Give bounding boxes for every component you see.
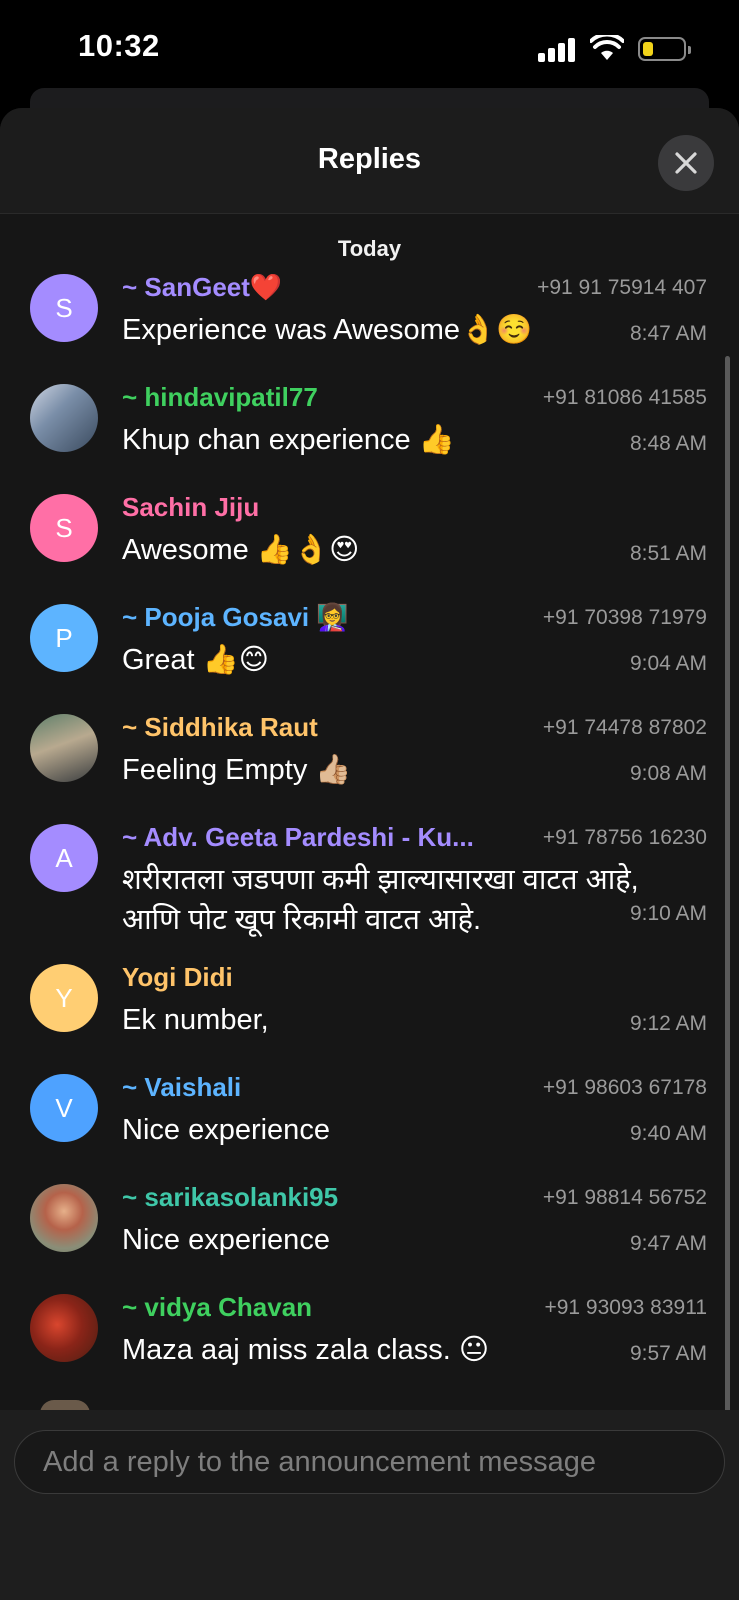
sender-name[interactable]: Sachin Jiju bbox=[122, 492, 259, 523]
sender-name[interactable]: ~ Adv. Geeta Pardeshi - Ku... bbox=[122, 822, 474, 853]
sheet-header: Replies bbox=[0, 108, 739, 214]
sender-phone: +91 93093 83911 bbox=[544, 1296, 707, 1319]
sender-name[interactable]: ~ SanGeet❤️ bbox=[122, 272, 282, 303]
wifi-icon bbox=[590, 35, 624, 60]
cellular-signal-icon bbox=[538, 38, 578, 62]
avatar[interactable]: S bbox=[30, 494, 98, 562]
list-item[interactable]: A ~ Adv. Geeta Pardeshi - Ku... +91 7875… bbox=[0, 816, 739, 956]
list-item[interactable]: S Sachin Jiju Awesome 👍👌😍 8:51 AM bbox=[0, 486, 739, 596]
message-text: शरीरातला जडपणा कमी झाल्यासारखा वाटत आहे,… bbox=[122, 860, 639, 940]
sender-phone: +91 70398 71979 bbox=[542, 606, 707, 629]
sender-name[interactable]: Yogi Didi bbox=[122, 962, 233, 993]
status-time: 10:32 bbox=[78, 28, 160, 63]
sender-phone: +91 98603 67178 bbox=[542, 1076, 707, 1099]
message-time: 8:47 AM bbox=[629, 322, 707, 345]
avatar[interactable] bbox=[30, 1294, 98, 1362]
scrollbar[interactable] bbox=[725, 356, 730, 1516]
avatar[interactable] bbox=[30, 1184, 98, 1252]
message-text: Great 👍😊 bbox=[122, 644, 269, 676]
replies-sheet: Replies Today S ~ SanGeet❤️ +91 91 75914… bbox=[0, 108, 739, 1600]
message-text: Experience was Awesome👌☺️ bbox=[122, 314, 533, 346]
message-time: 9:12 AM bbox=[629, 1012, 707, 1035]
sender-phone: +91 74478 87802 bbox=[542, 716, 707, 739]
status-bar: 10:32 bbox=[0, 0, 739, 100]
list-item[interactable]: ~ vidya Chavan +91 93093 83911 Maza aaj … bbox=[0, 1286, 739, 1396]
reply-input[interactable] bbox=[14, 1430, 725, 1494]
avatar[interactable]: P bbox=[30, 604, 98, 672]
message-text: Nice experience bbox=[122, 1114, 330, 1146]
message-time: 9:10 AM bbox=[629, 902, 707, 925]
sender-name[interactable]: ~ sarikasolanki95 bbox=[122, 1182, 338, 1213]
close-icon bbox=[675, 152, 697, 174]
message-text: Ek number, bbox=[122, 1004, 269, 1036]
list-item[interactable]: Y Yogi Didi Ek number, 9:12 AM bbox=[0, 956, 739, 1066]
reply-footer bbox=[0, 1410, 739, 1600]
close-button[interactable] bbox=[658, 135, 714, 191]
sender-phone: +91 98814 56752 bbox=[542, 1186, 707, 1209]
sender-phone: +91 81086 41585 bbox=[542, 386, 707, 409]
list-item[interactable]: V ~ Vaishali +91 98603 67178 Nice experi… bbox=[0, 1066, 739, 1176]
sender-name[interactable]: ~ hindavipatil77 bbox=[122, 382, 318, 413]
avatar[interactable]: V bbox=[30, 1074, 98, 1142]
message-time: 9:08 AM bbox=[629, 762, 707, 785]
message-text-line: शरीरातला जडपणा कमी झाल्यासारखा वाटत आहे, bbox=[122, 864, 639, 896]
avatar[interactable]: Y bbox=[30, 964, 98, 1032]
message-time: 8:51 AM bbox=[629, 542, 707, 565]
replies-list: S ~ SanGeet❤️ +91 91 75914 407 Experienc… bbox=[0, 266, 739, 1396]
message-time: 8:48 AM bbox=[629, 432, 707, 455]
message-time: 9:04 AM bbox=[629, 652, 707, 675]
message-time: 9:57 AM bbox=[629, 1342, 707, 1365]
sender-phone: +91 91 75914 407 bbox=[537, 276, 707, 299]
list-item[interactable]: S ~ SanGeet❤️ +91 91 75914 407 Experienc… bbox=[0, 266, 739, 376]
avatar[interactable]: A bbox=[30, 824, 98, 892]
sender-name[interactable]: ~ Siddhika Raut bbox=[122, 712, 318, 743]
avatar[interactable] bbox=[30, 384, 98, 452]
message-time: 9:40 AM bbox=[629, 1122, 707, 1145]
message-text-line: आणि पोट खूप रिकामी वाटत आहे. bbox=[122, 904, 482, 936]
message-text: Awesome 👍👌😍 bbox=[122, 534, 360, 566]
date-separator: Today bbox=[337, 236, 402, 261]
list-item[interactable]: ~ sarikasolanki95 +91 98814 56752 Nice e… bbox=[0, 1176, 739, 1286]
sender-name[interactable]: ~ Vaishali bbox=[122, 1072, 241, 1103]
sender-phone: +91 78756 16230 bbox=[542, 826, 707, 849]
list-item[interactable]: P ~ Pooja Gosavi 👩‍🏫 +91 70398 71979 Gre… bbox=[0, 596, 739, 706]
message-text: Feeling Empty 👍🏼 bbox=[122, 754, 352, 786]
list-item[interactable]: ~ Siddhika Raut +91 74478 87802 Feeling … bbox=[0, 706, 739, 816]
message-text: Nice experience bbox=[122, 1224, 330, 1256]
sender-name[interactable]: ~ Pooja Gosavi 👩‍🏫 bbox=[122, 602, 349, 633]
sheet-title: Replies bbox=[317, 143, 422, 175]
message-time: 9:47 AM bbox=[629, 1232, 707, 1255]
message-text: Khup chan experience 👍 bbox=[122, 424, 455, 456]
list-item[interactable]: ~ hindavipatil77 +91 81086 41585 Khup ch… bbox=[0, 376, 739, 486]
battery-icon bbox=[638, 37, 691, 61]
sender-name[interactable]: ~ vidya Chavan bbox=[122, 1292, 312, 1323]
avatar[interactable] bbox=[30, 714, 98, 782]
avatar[interactable]: S bbox=[30, 274, 98, 342]
message-text: Maza aaj miss zala class. 😐 bbox=[122, 1334, 490, 1366]
